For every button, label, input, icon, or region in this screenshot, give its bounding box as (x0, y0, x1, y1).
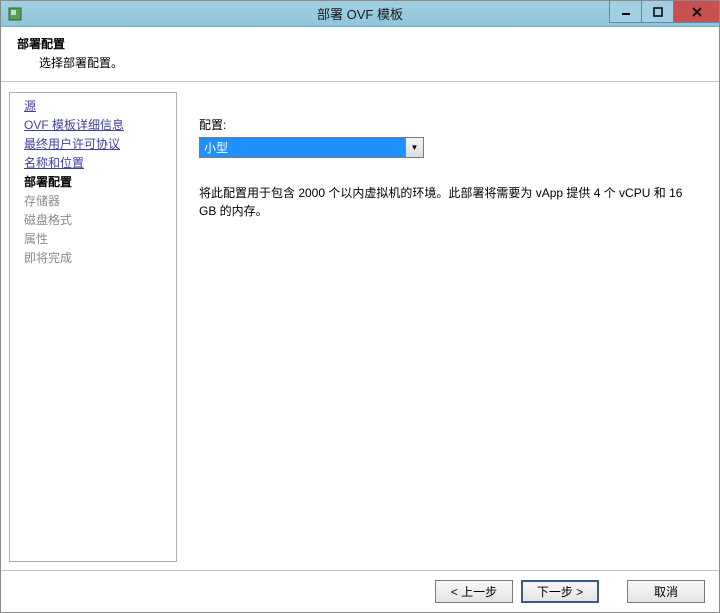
sidebar-item-ovf-details[interactable]: OVF 模板详细信息 (12, 116, 174, 135)
config-description: 将此配置用于包含 2000 个以内虚拟机的环境。此部署将需要为 vApp 提供 … (199, 184, 693, 220)
cancel-button[interactable]: 取消 (627, 580, 705, 603)
app-icon (7, 6, 23, 22)
back-button[interactable]: < 上一步 (435, 580, 513, 603)
sidebar-item-source[interactable]: 源 (12, 97, 174, 116)
window-title: 部署 OVF 模板 (317, 4, 403, 23)
sidebar-item-eula[interactable]: 最终用户许可协议 (12, 135, 174, 154)
sidebar-item-name-location[interactable]: 名称和位置 (12, 154, 174, 173)
content-pane: 配置: 小型 ▼ 将此配置用于包含 2000 个以内虚拟机的环境。此部署将需要为… (177, 92, 711, 562)
sidebar-item-deploy-config[interactable]: 部署配置 (12, 173, 174, 192)
wizard-header: 部署配置 选择部署配置。 (1, 27, 719, 82)
wizard-footer: < 上一步 下一步 > 取消 (1, 570, 719, 612)
sidebar-item-storage: 存储器 (12, 192, 174, 211)
steps-sidebar: 源 OVF 模板详细信息 最终用户许可协议 名称和位置 部署配置 存储器 磁盘格… (9, 92, 177, 562)
sidebar-item-ready-complete: 即将完成 (12, 249, 174, 268)
page-title: 部署配置 (17, 35, 703, 52)
sidebar-item-properties: 属性 (12, 230, 174, 249)
titlebar: 部署 OVF 模板 (1, 1, 719, 27)
chevron-down-icon: ▼ (405, 138, 423, 157)
next-button[interactable]: 下一步 > (521, 580, 599, 603)
config-dropdown-value: 小型 (200, 139, 405, 156)
maximize-button[interactable] (641, 1, 673, 23)
config-dropdown[interactable]: 小型 ▼ (199, 137, 424, 158)
sidebar-item-disk-format: 磁盘格式 (12, 211, 174, 230)
window-controls (609, 1, 719, 23)
wizard-body: 源 OVF 模板详细信息 最终用户许可协议 名称和位置 部署配置 存储器 磁盘格… (1, 82, 719, 570)
dialog-window: 部署 OVF 模板 部署配置 选择部署配置。 源 OVF 模板详细信息 最终用户… (0, 0, 720, 613)
page-subtitle: 选择部署配置。 (39, 54, 703, 71)
close-button[interactable] (673, 1, 719, 23)
config-label: 配置: (199, 116, 693, 133)
minimize-button[interactable] (609, 1, 641, 23)
